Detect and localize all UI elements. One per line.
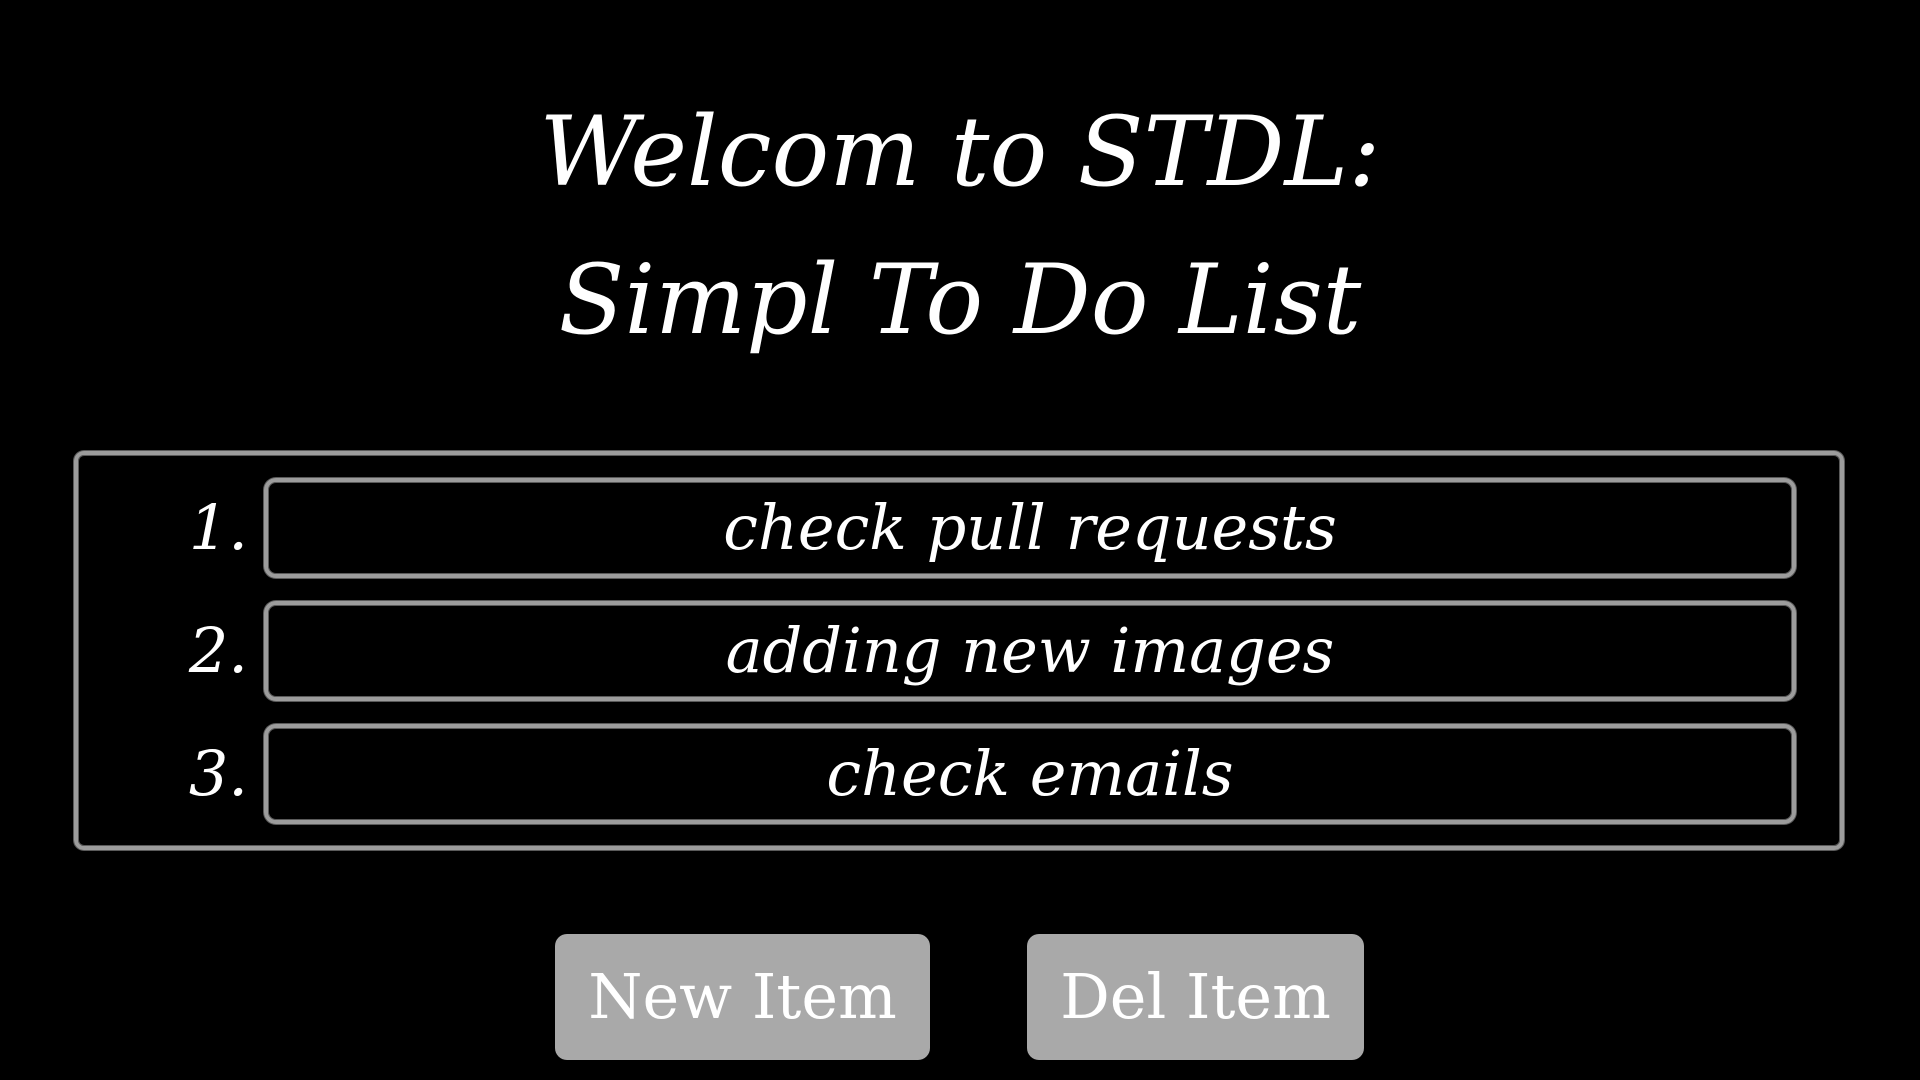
page-title: Welcom to STDL: Simpl To Do List [0, 78, 1920, 374]
del-item-button[interactable]: Del Item [1027, 934, 1364, 1060]
todo-item-field[interactable]: check emails [264, 724, 1796, 824]
todo-item-field[interactable]: check pull requests [264, 478, 1796, 578]
title-line-subtitle: Simpl To Do List [558, 244, 1362, 356]
title-line-welcome: Welcom to STDL: [539, 96, 1381, 208]
list-item: 3. check emails [78, 724, 1840, 824]
item-number: 2. [188, 614, 248, 687]
list-item: 2. adding new images [78, 601, 1840, 701]
todo-item-field[interactable]: adding new images [264, 601, 1796, 701]
new-item-button[interactable]: New Item [555, 934, 930, 1060]
list-item: 1. check pull requests [78, 478, 1840, 578]
item-number: 1. [188, 491, 248, 564]
item-number: 3. [188, 737, 248, 810]
todo-list-panel: 1. check pull requests 2. adding new ima… [74, 451, 1844, 850]
